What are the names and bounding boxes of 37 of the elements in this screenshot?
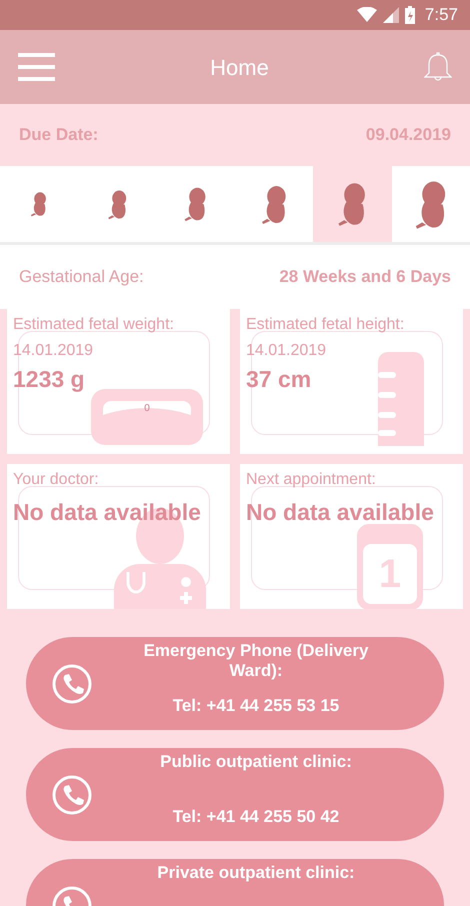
fetus-icon — [29, 191, 49, 217]
phone-icon — [52, 664, 92, 704]
card-label: Estimated fetal weight: — [13, 315, 174, 335]
info-card[interactable]: Estimated fetal height: 14.01.2019 37 cm — [240, 309, 463, 454]
contact-call-button[interactable]: Emergency Phone (Delivery Ward): Tel: +41 44 255 53 15 — [26, 637, 444, 730]
contact-phone: Tel: +41 44 255 50 42 — [172, 807, 340, 827]
due-date-value: 09.04.2019 — [366, 124, 451, 146]
contact-title: Private outpatient clinic: — [157, 863, 355, 883]
battery-icon — [404, 6, 415, 24]
scale-drawing: 0 — [91, 389, 203, 445]
signal-icon — [382, 7, 399, 23]
info-card[interactable]: Your doctor: No data available — [7, 464, 230, 609]
gestational-age-label: Gestational Age: — [19, 266, 144, 288]
phone-icon — [52, 774, 92, 814]
contact-title: Public outpatient clinic: — [160, 752, 352, 772]
card-label: Next appointment: — [246, 470, 376, 490]
contact-title: Emergency Phone (Delivery Ward): — [142, 641, 370, 681]
card-label: Your doctor: — [13, 470, 99, 490]
bell-icon[interactable] — [424, 52, 452, 82]
card-value: 37 cm — [246, 365, 312, 393]
card-value: No data available — [246, 498, 434, 526]
card-value: 1233 g — [13, 365, 85, 393]
status-time: 7:57 — [424, 4, 458, 26]
wifi-icon — [356, 7, 377, 23]
contact-call-button[interactable]: Private outpatient clinic: — [26, 859, 444, 906]
card-value: No data available — [13, 498, 201, 526]
info-card[interactable]: 0 Estimated fetal weight: 14.01.2019 1233 g — [7, 309, 230, 454]
card-date: 14.01.2019 — [246, 341, 326, 361]
card-date: 14.01.2019 — [13, 341, 94, 361]
gestational-age-value: 28 Weeks and 6 Days — [279, 266, 451, 288]
card-label: Estimated fetal height: — [246, 315, 404, 335]
contact-phone: Tel: +41 44 255 53 15 — [172, 696, 340, 716]
fetus-stage-tab[interactable] — [313, 166, 392, 242]
menu-icon[interactable] — [18, 53, 55, 81]
contact-call-button[interactable]: Public outpatient clinic: Tel: +41 44 255 50 42 — [26, 748, 444, 841]
app-title: Home — [210, 54, 269, 82]
due-date-label: Due Date: — [19, 124, 98, 146]
